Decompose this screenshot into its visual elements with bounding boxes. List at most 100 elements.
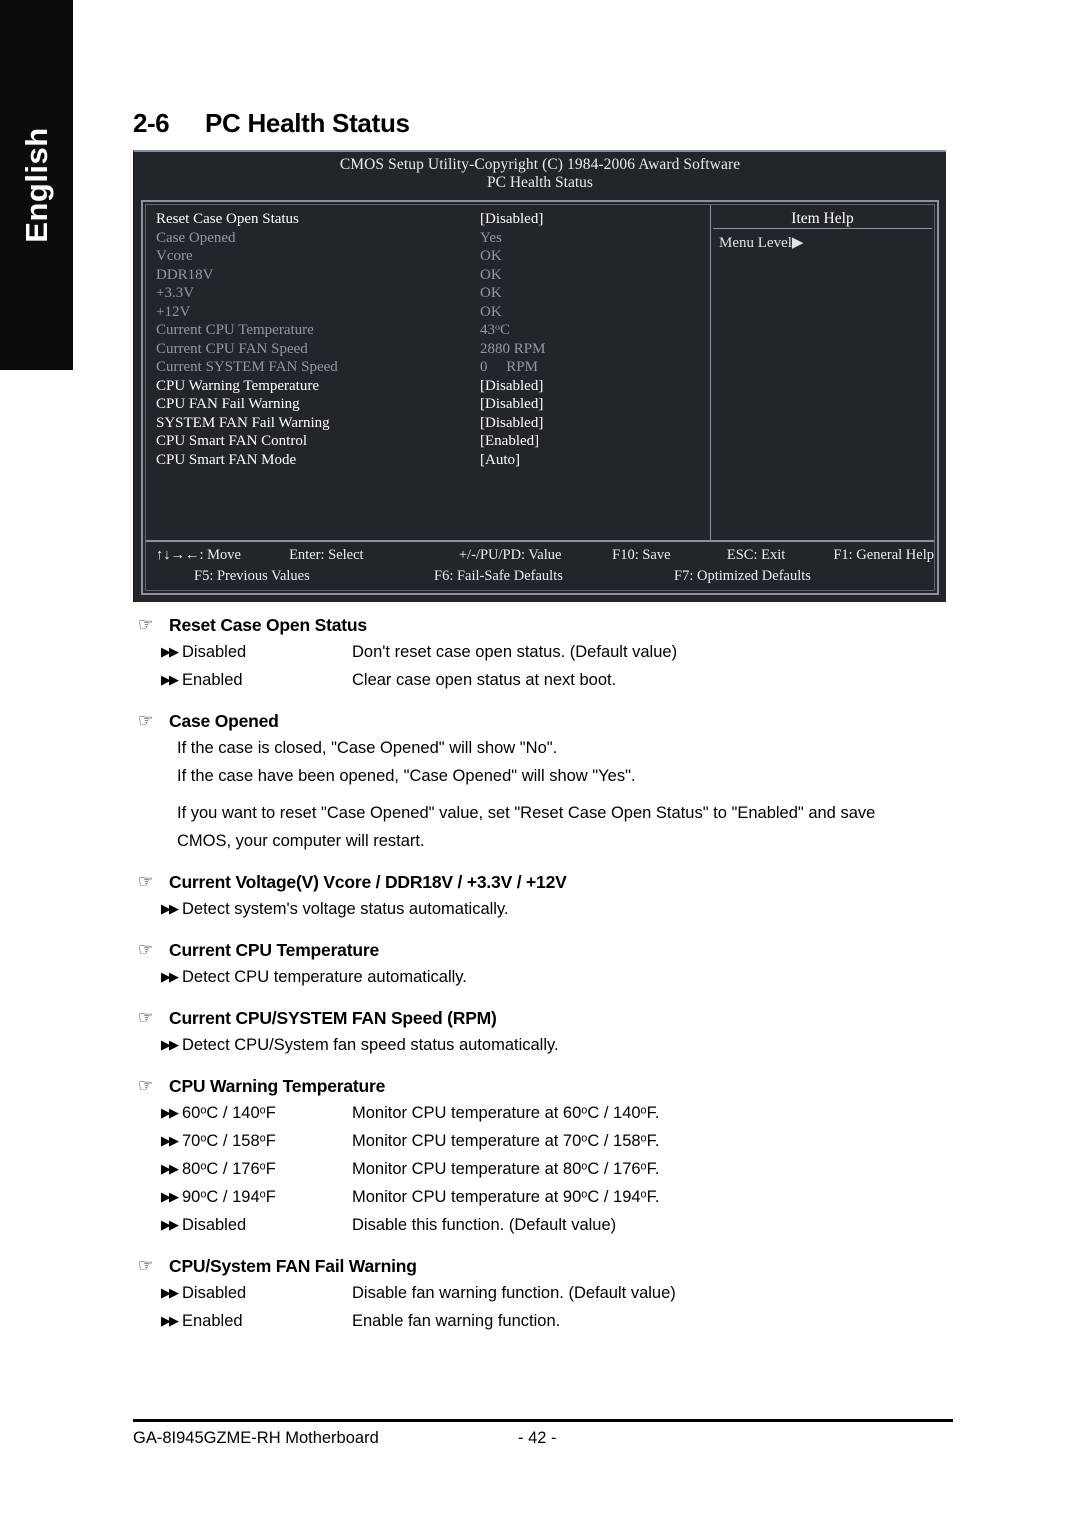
doc-item-heading-text: Case Opened bbox=[169, 711, 279, 731]
item-help-panel: Item Help Menu Level▶ bbox=[711, 205, 934, 540]
doc-option-row: ▶▶ Detect system's voltage status automat… bbox=[133, 895, 953, 923]
doc-option-row: ▶▶ Disabled Don't reset case open status. … bbox=[133, 638, 953, 666]
bios-setting-label: Current CPU Temperature bbox=[156, 322, 314, 338]
bios-setting-row[interactable]: Case Opened Yes bbox=[156, 229, 710, 248]
bios-setting-row[interactable]: CPU Smart FAN Control [Enabled] bbox=[156, 432, 710, 451]
bios-setting-label: CPU Smart FAN Mode bbox=[156, 451, 297, 468]
bios-setting-value[interactable]: [Disabled] bbox=[480, 414, 543, 433]
bios-setting-label: CPU Smart FAN Control bbox=[156, 433, 307, 449]
bios-setting-row[interactable]: Current SYSTEM FAN Speed 0 RPM bbox=[156, 358, 710, 377]
double-arrow-icon: ▶▶ bbox=[161, 969, 179, 984]
bios-setting-label: DDR18V bbox=[156, 266, 214, 283]
bios-setting-row[interactable]: Current CPU FAN Speed 2880 RPM bbox=[156, 340, 710, 359]
paragraph-indent bbox=[133, 827, 177, 855]
bios-setting-label: +12V bbox=[156, 303, 191, 320]
bios-setting-row[interactable]: +3.3V OK bbox=[156, 284, 710, 303]
double-arrow-icon: ▶▶ bbox=[161, 1217, 179, 1232]
doc-item-heading: ☞ CPU/System FAN Fail Warning bbox=[133, 1253, 953, 1279]
section-number: 2-6 bbox=[133, 108, 170, 138]
pointing-hand-icon: ☞ bbox=[138, 711, 154, 730]
doc-option-row: ▶▶ 60oC / 140oF Monitor CPU temperature at… bbox=[133, 1099, 953, 1127]
doc-item-heading: ☞ Reset Case Open Status bbox=[133, 612, 953, 638]
footer-rule bbox=[133, 1419, 953, 1422]
bios-setting-row[interactable]: SYSTEM FAN Fail Warning [Disabled] bbox=[156, 414, 710, 433]
doc-option-description: Monitor CPU temperature at 80oC / 176oF. bbox=[352, 1160, 660, 1178]
doc-item-heading: ☞ CPU Warning Temperature bbox=[133, 1073, 953, 1099]
doc-paragraph-text: If the case is closed, "Case Opened" wil… bbox=[177, 739, 558, 757]
bios-setting-value[interactable]: OK bbox=[480, 303, 502, 322]
doc-option-row: ▶▶ Detect CPU/System fan speed status aut… bbox=[133, 1031, 953, 1059]
language-tab-label: English bbox=[18, 127, 54, 243]
bios-setting-value[interactable]: [Auto] bbox=[480, 451, 520, 470]
bios-setting-value[interactable]: OK bbox=[480, 284, 502, 303]
item-help-title: Item Help bbox=[713, 205, 932, 229]
bios-setting-value[interactable]: Yes bbox=[480, 229, 502, 248]
doc-paragraph-row: CMOS, your computer will restart. bbox=[133, 827, 953, 855]
bios-setting-row[interactable]: Vcore OK bbox=[156, 247, 710, 266]
doc-option-row: ▶▶ Enabled Clear case open status at next … bbox=[133, 666, 953, 694]
doc-option-description: Detect CPU/System fan speed status autom… bbox=[182, 1036, 559, 1054]
bios-setting-row[interactable]: CPU Warning Temperature [Disabled] bbox=[156, 377, 710, 396]
bios-setting-row[interactable]: CPU Smart FAN Mode [Auto] bbox=[156, 451, 710, 470]
bios-setting-label: Vcore bbox=[156, 248, 193, 264]
doc-option-name: 80oC / 176oF bbox=[182, 1160, 276, 1178]
doc-option-name: 90oC / 194oF bbox=[182, 1188, 276, 1206]
bios-frame: Reset Case Open Status [Disabled] Case Ope… bbox=[141, 200, 939, 595]
key-legend-row-1: ↑↓→←: Move Enter: Select +/-/PU/PD: Value F… bbox=[146, 545, 934, 566]
menu-level-label: Menu Level▶ bbox=[719, 235, 804, 251]
doc-paragraph-text: If you want to reset "Case Opened" value… bbox=[177, 804, 876, 822]
pointing-hand-icon: ☞ bbox=[138, 1256, 154, 1275]
bios-setting-label: Reset Case Open Status bbox=[156, 211, 299, 227]
bios-setting-value[interactable]: 43oC bbox=[480, 321, 510, 340]
bios-setting-label: +3.3V bbox=[156, 285, 195, 301]
bios-setting-value[interactable]: OK bbox=[480, 247, 502, 266]
double-arrow-icon: ▶▶ bbox=[161, 1189, 179, 1204]
key-legend-entry: F10: Save bbox=[612, 547, 671, 563]
doc-item-heading: ☞ Case Opened bbox=[133, 708, 953, 734]
doc-option-description: Detect CPU temperature automatically. bbox=[182, 968, 467, 986]
doc-option-row: ▶▶ Detect CPU temperature automatically. bbox=[133, 963, 953, 991]
bios-setting-label: Current SYSTEM FAN Speed bbox=[156, 359, 338, 375]
pointing-hand-icon: ☞ bbox=[138, 940, 154, 959]
doc-paragraph-text: If the case have been opened, "Case Open… bbox=[177, 767, 636, 785]
doc-paragraph-row: If the case have been opened, "Case Open… bbox=[133, 762, 953, 790]
bios-setting-value[interactable]: 0 RPM bbox=[480, 358, 538, 377]
key-legend-entry: F7: Optimized Defaults bbox=[674, 568, 811, 584]
footer-page-number: - 42 - bbox=[518, 1429, 557, 1447]
key-legend-entry: F6: Fail-Safe Defaults bbox=[434, 568, 563, 584]
doc-option-row: ▶▶ 90oC / 194oF Monitor CPU temperature at… bbox=[133, 1183, 953, 1211]
documentation-body: ☞ Reset Case Open Status ▶▶ Disabled Don't r… bbox=[133, 612, 953, 1349]
paragraph-indent bbox=[133, 799, 177, 827]
bios-setting-row[interactable]: Current CPU Temperature 43oC bbox=[156, 321, 710, 340]
bios-setting-row[interactable]: +12V OK bbox=[156, 303, 710, 322]
bios-setting-value[interactable]: [Disabled] bbox=[480, 210, 543, 229]
language-tab: English bbox=[0, 0, 73, 370]
bios-setting-row[interactable]: DDR18V OK bbox=[156, 266, 710, 285]
page-content: 2-6 PC Health Status CMOS Setup Utility-… bbox=[133, 0, 953, 1529]
pointing-hand-icon: ☞ bbox=[138, 615, 154, 634]
bios-setting-row[interactable]: CPU FAN Fail Warning [Disabled] bbox=[156, 395, 710, 414]
doc-item-heading: ☞ Current CPU Temperature bbox=[133, 937, 953, 963]
doc-option-row: ▶▶ 80oC / 176oF Monitor CPU temperature at… bbox=[133, 1155, 953, 1183]
doc-option-description: Don't reset case open status. (Default v… bbox=[352, 643, 678, 661]
bios-setting-value[interactable]: [Enabled] bbox=[480, 432, 539, 451]
doc-option-description: Detect system's voltage status automatic… bbox=[182, 900, 509, 918]
doc-option-name: 70oC / 158oF bbox=[182, 1132, 276, 1150]
bios-setting-value[interactable]: 2880 RPM bbox=[480, 340, 545, 359]
bios-frame-inner: Reset Case Open Status [Disabled] Case Ope… bbox=[145, 204, 935, 591]
doc-item-heading-text: CPU Warning Temperature bbox=[169, 1076, 386, 1096]
doc-option-name: Disabled bbox=[182, 1216, 247, 1234]
bios-setting-row[interactable]: Reset Case Open Status [Disabled] bbox=[156, 210, 710, 229]
bios-setting-value[interactable]: [Disabled] bbox=[480, 395, 543, 414]
bios-setting-value[interactable]: [Disabled] bbox=[480, 377, 543, 396]
footer-product-name: GA-8I945GZME-RH Motherboard bbox=[133, 1429, 379, 1447]
page-title: 2-6 PC Health Status bbox=[133, 108, 410, 139]
double-arrow-icon: ▶▶ bbox=[161, 1105, 179, 1120]
bios-setting-value[interactable]: OK bbox=[480, 266, 502, 285]
bios-subtitle: PC Health Status bbox=[487, 173, 593, 191]
paragraph-indent bbox=[133, 734, 177, 762]
